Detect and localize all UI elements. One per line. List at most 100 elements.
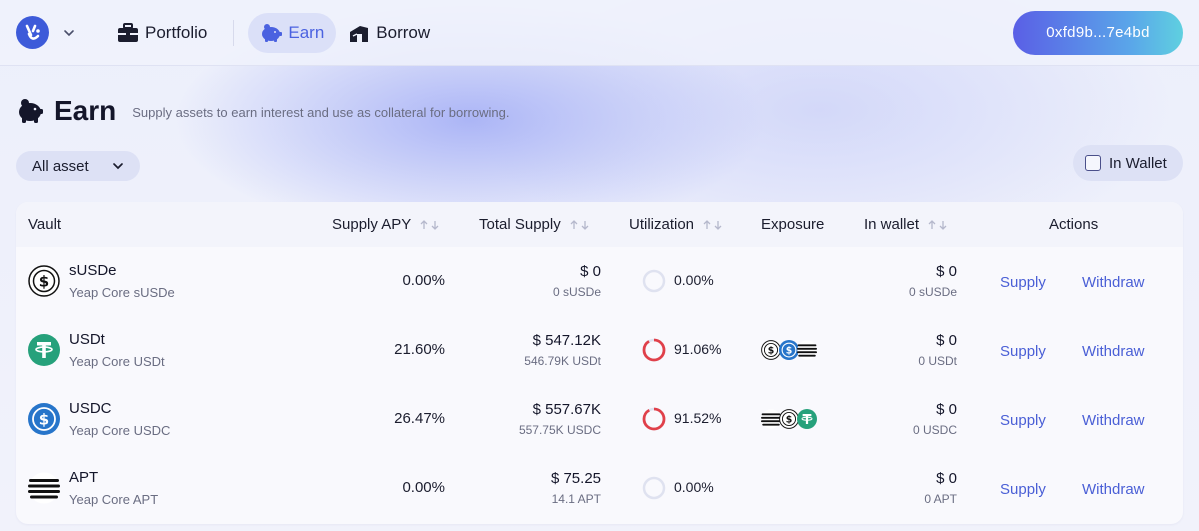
- supply-button[interactable]: Supply: [1000, 412, 1046, 429]
- nav-label-borrow: Borrow: [376, 22, 431, 42]
- chevron-down-icon: [112, 160, 124, 172]
- utilization-value: 0.00%: [674, 272, 714, 288]
- utilization-value: 0.00%: [674, 479, 714, 495]
- utilization-ring-icon: [642, 269, 666, 293]
- svg-text:$: $: [786, 414, 793, 425]
- asset-filter-select[interactable]: All asset: [16, 151, 140, 181]
- in-wallet-usd: $ 0: [936, 263, 957, 280]
- utilization-ring-icon: [642, 476, 666, 500]
- sort-icon[interactable]: [702, 219, 724, 231]
- in-wallet-tokens: 0 APT: [924, 492, 957, 506]
- total-supply-usd: $ 547.12K: [532, 332, 601, 349]
- total-supply-tokens: 557.75K USDC: [518, 423, 601, 437]
- col-exposure: Exposure: [761, 202, 824, 247]
- sort-icon[interactable]: [927, 219, 949, 231]
- vault-subtitle: Yeap Core USDC: [69, 423, 171, 438]
- svg-text:$: $: [786, 345, 793, 356]
- usdc-coin-icon: $: [28, 403, 60, 435]
- nav-item-portfolio[interactable]: Portfolio: [105, 13, 219, 53]
- in-wallet-usd: $ 0: [936, 332, 957, 349]
- table-row[interactable]: APT Yeap Core APT 0.00% $ 75.25 14.1 APT…: [16, 454, 1183, 523]
- total-supply-usd: $ 75.25: [550, 470, 601, 487]
- col-supply-apy-label: Supply APY: [332, 216, 412, 233]
- total-supply-tokens: 14.1 APT: [551, 492, 601, 506]
- withdraw-button[interactable]: Withdraw: [1082, 481, 1145, 498]
- apt-coin-icon: [797, 340, 817, 360]
- in-wallet-tokens: 0 USDt: [918, 354, 957, 368]
- table-header: Vault Supply APY Total Supply Utilizatio…: [16, 202, 1183, 247]
- total-supply-usd: $ 0: [580, 263, 601, 280]
- nav-label-earn: Earn: [288, 22, 325, 42]
- chevron-down-icon[interactable]: [59, 23, 79, 43]
- supply-button[interactable]: Supply: [1000, 343, 1046, 360]
- in-wallet-usd: $ 0: [936, 401, 957, 418]
- app-logo-icon[interactable]: [16, 16, 49, 49]
- col-in-wallet[interactable]: In wallet: [864, 202, 949, 247]
- supply-button[interactable]: Supply: [1000, 481, 1046, 498]
- apt-coin-icon: [761, 409, 781, 429]
- utilization-value: 91.52%: [674, 410, 722, 426]
- col-utilization-label: Utilization: [629, 216, 695, 233]
- vault-subtitle: Yeap Core sUSDe: [69, 285, 175, 300]
- in-wallet-tokens: 0 sUSDe: [908, 285, 957, 299]
- withdraw-button[interactable]: Withdraw: [1082, 343, 1145, 360]
- borrow-icon: [348, 22, 370, 44]
- col-total-supply[interactable]: Total Supply: [479, 202, 591, 247]
- table-row[interactable]: USDt Yeap Core USDt 21.60% $ 547.12K 546…: [16, 316, 1183, 385]
- table-row[interactable]: $ sUSDe Yeap Core sUSDe 0.00% $ 0 0 sUSD…: [16, 247, 1183, 316]
- top-navbar: Portfolio Earn Borrow 0xfd9b...7e4bd: [0, 0, 1199, 66]
- nav-item-earn[interactable]: Earn: [248, 12, 337, 53]
- asset-filter-value: All asset: [32, 157, 89, 175]
- nav-divider: [233, 19, 235, 46]
- susde-coin-icon: $: [28, 265, 60, 297]
- utilization-value: 91.06%: [674, 341, 722, 357]
- supply-apy-value: 0.00%: [402, 272, 445, 289]
- vault-subtitle: Yeap Core APT: [69, 492, 159, 507]
- susde-coin-icon: $: [761, 340, 781, 360]
- vault-name[interactable]: USDt: [69, 331, 105, 348]
- col-actions-label: Actions: [1049, 216, 1099, 233]
- page-header: Earn Supply assets to earn interest and …: [0, 66, 1199, 156]
- withdraw-button[interactable]: Withdraw: [1082, 274, 1145, 291]
- total-supply-usd: $ 557.67K: [532, 401, 601, 418]
- vault-subtitle: Yeap Core USDt: [69, 354, 165, 369]
- table-body: $ sUSDe Yeap Core sUSDe 0.00% $ 0 0 sUSD…: [16, 247, 1183, 523]
- page-subtitle: Supply assets to earn interest and use a…: [132, 104, 510, 120]
- supply-apy-value: 26.47%: [394, 410, 445, 427]
- usdt-coin-icon: [797, 409, 817, 429]
- briefcase-icon: [117, 22, 139, 44]
- supply-button[interactable]: Supply: [1000, 274, 1046, 291]
- main-nav: Portfolio Earn Borrow: [105, 12, 442, 53]
- in-wallet-checkbox[interactable]: [1085, 155, 1101, 171]
- utilization-ring-icon: [642, 338, 666, 362]
- col-supply-apy[interactable]: Supply APY: [332, 202, 441, 247]
- nav-label-portfolio: Portfolio: [145, 22, 208, 42]
- in-wallet-tokens: 0 USDC: [912, 423, 957, 437]
- vaults-table: Vault Supply APY Total Supply Utilizatio…: [16, 202, 1183, 524]
- sort-icon[interactable]: [419, 219, 441, 231]
- nav-item-borrow[interactable]: Borrow: [336, 13, 442, 53]
- total-supply-tokens: 546.79K USDt: [524, 354, 601, 368]
- svg-text:$: $: [39, 273, 49, 291]
- col-vault: Vault: [28, 202, 61, 247]
- susde-coin-icon: $: [779, 409, 799, 429]
- col-utilization[interactable]: Utilization: [629, 202, 724, 247]
- total-supply-tokens: 0 sUSDe: [552, 285, 601, 299]
- sort-icon[interactable]: [569, 219, 591, 231]
- apt-coin-icon: [28, 472, 60, 504]
- col-vault-label: Vault: [28, 216, 62, 233]
- vault-name[interactable]: APT: [69, 469, 98, 486]
- piggy-bank-icon: [260, 22, 283, 44]
- table-row[interactable]: $ USDC Yeap Core USDC 26.47% $ 557.67K 5…: [16, 385, 1183, 454]
- page-title: Earn: [54, 95, 117, 126]
- withdraw-button[interactable]: Withdraw: [1082, 412, 1145, 429]
- utilization-ring-icon: [642, 407, 666, 431]
- in-wallet-usd: $ 0: [936, 470, 957, 487]
- col-in-wallet-label: In wallet: [864, 216, 920, 233]
- vault-name[interactable]: sUSDe: [69, 262, 117, 279]
- col-actions: Actions: [1049, 202, 1098, 247]
- vault-name[interactable]: USDC: [69, 400, 112, 417]
- filter-bar: All asset In Wallet: [0, 145, 1199, 181]
- in-wallet-toggle[interactable]: In Wallet: [1073, 145, 1183, 181]
- wallet-address-button[interactable]: 0xfd9b...7e4bd: [1013, 10, 1183, 55]
